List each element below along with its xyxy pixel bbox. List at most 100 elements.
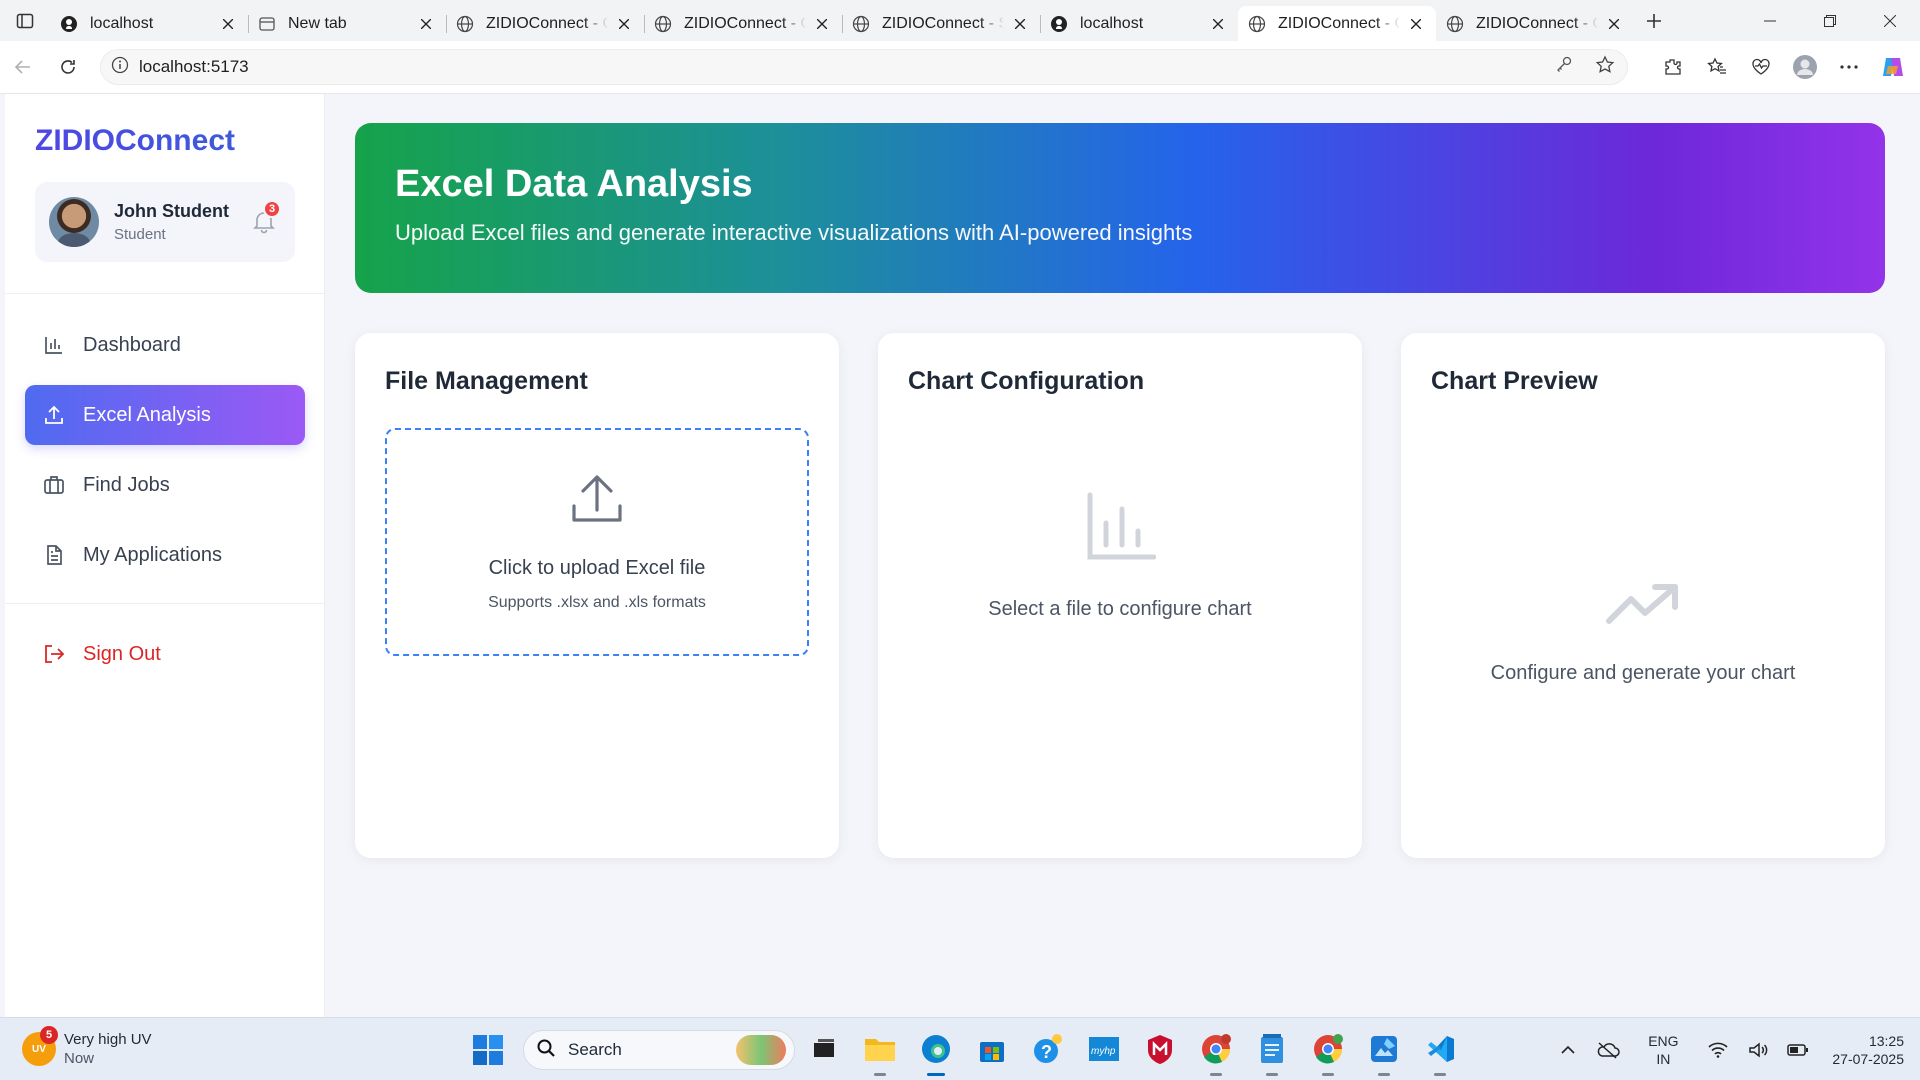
close-tab-icon[interactable] xyxy=(1010,14,1030,34)
browser-tab[interactable]: ZIDIOConnect - Co xyxy=(1238,6,1436,41)
more-menu-icon[interactable] xyxy=(1832,50,1866,84)
favorite-star-icon[interactable] xyxy=(1595,54,1615,80)
notification-bell-icon[interactable]: 3 xyxy=(251,200,281,234)
edge-browser-icon[interactable] xyxy=(917,1030,955,1076)
close-tab-icon[interactable] xyxy=(1406,14,1426,34)
chrome-icon[interactable] xyxy=(1197,1030,1235,1076)
sidebar-item-label: Excel Analysis xyxy=(83,403,211,426)
volume-icon[interactable] xyxy=(1738,1041,1778,1058)
trending-up-icon xyxy=(1605,581,1681,632)
close-tab-icon[interactable] xyxy=(416,14,436,34)
refresh-button[interactable] xyxy=(45,41,90,94)
taskbar-search[interactable]: Search xyxy=(523,1030,795,1070)
minimize-button[interactable] xyxy=(1740,0,1800,41)
search-label: Search xyxy=(568,1040,622,1059)
sidebar-item-dashboard[interactable]: Dashboard xyxy=(25,315,305,375)
chart-preview-card: Chart Preview Configure and generate you… xyxy=(1401,333,1885,858)
sidebar-item-excel-analysis[interactable]: Excel Analysis xyxy=(25,385,305,445)
clock-time: 13:25 xyxy=(1868,1032,1904,1049)
page-title: Excel Data Analysis xyxy=(395,163,753,205)
weather-widget[interactable]: UV 5 Very high UV Now xyxy=(22,1026,152,1068)
file-explorer-icon[interactable] xyxy=(861,1030,899,1076)
user-card: John Student Student 3 xyxy=(35,182,295,262)
tab-title: ZIDIOConnect - Co xyxy=(486,14,608,32)
sidebar-item-label: Find Jobs xyxy=(83,473,170,496)
copilot-icon[interactable] xyxy=(1876,50,1910,84)
close-tab-icon[interactable] xyxy=(218,14,238,34)
close-tab-icon[interactable] xyxy=(1604,14,1624,34)
favorites-icon[interactable] xyxy=(1700,50,1734,84)
get-help-icon[interactable]: ? xyxy=(1029,1030,1067,1068)
notepad-icon[interactable] xyxy=(1253,1030,1291,1076)
region-code: IN xyxy=(1656,1050,1671,1067)
extensions-icon[interactable] xyxy=(1656,50,1690,84)
close-tab-icon[interactable] xyxy=(1208,14,1228,34)
search-highlight-image xyxy=(736,1035,786,1065)
back-button[interactable] xyxy=(0,41,45,94)
tab-title: localhost xyxy=(1080,14,1144,32)
battery-icon[interactable] xyxy=(1778,1043,1818,1057)
browser-tab[interactable]: New tab xyxy=(248,6,446,41)
language-indicator[interactable]: ENG IN xyxy=(1638,1032,1688,1068)
weather-badge: 5 xyxy=(40,1026,58,1044)
config-placeholder: Select a file to configure chart xyxy=(878,491,1362,621)
chrome-profile-icon[interactable] xyxy=(1309,1030,1347,1076)
health-icon[interactable] xyxy=(1744,50,1778,84)
card-title: Chart Configuration xyxy=(908,367,1145,395)
mcafee-icon[interactable] xyxy=(1141,1030,1179,1068)
svg-text:myhp: myhp xyxy=(1091,1046,1116,1057)
sidebar-item-label: My Applications xyxy=(83,543,222,566)
browser-tab[interactable]: localhost xyxy=(50,6,248,41)
url-field[interactable]: localhost:5173 xyxy=(100,49,1628,85)
globe-icon xyxy=(1446,15,1464,33)
microsoft-store-icon[interactable] xyxy=(973,1030,1011,1068)
browser-tab[interactable]: ZIDIOConnect - Co xyxy=(446,6,644,41)
paint-icon[interactable] xyxy=(1365,1030,1403,1076)
onedrive-offline-icon[interactable] xyxy=(1588,1041,1628,1059)
vscode-icon[interactable] xyxy=(1421,1030,1459,1076)
sign-out-button[interactable]: Sign Out xyxy=(25,624,305,684)
bar-chart-icon xyxy=(1084,491,1157,568)
tab-actions-icon[interactable] xyxy=(0,0,50,41)
wifi-icon[interactable] xyxy=(1698,1042,1738,1058)
close-window-button[interactable] xyxy=(1860,0,1920,41)
sign-out-label: Sign Out xyxy=(83,642,161,665)
browser-tab[interactable]: ZIDIOConnect - Co xyxy=(1436,6,1634,41)
chevron-up-icon[interactable] xyxy=(1548,1045,1588,1055)
restore-button[interactable] xyxy=(1800,0,1860,41)
github-icon xyxy=(1050,15,1068,33)
user-avatar xyxy=(49,197,99,247)
sidebar-item-find-jobs[interactable]: Find Jobs xyxy=(25,455,305,515)
system-tray: ENG IN 13:25 27-07-2025 xyxy=(1548,1018,1920,1080)
excel-upload-dropzone[interactable]: Click to upload Excel file Supports .xls… xyxy=(385,428,809,656)
page-header-banner: Excel Data Analysis Upload Excel files a… xyxy=(355,123,1885,293)
tab-title: localhost xyxy=(90,14,154,32)
globe-icon xyxy=(456,15,474,33)
browser-tab[interactable]: ZIDIOConnect - Co xyxy=(644,6,842,41)
site-info-icon[interactable] xyxy=(111,56,129,79)
key-icon[interactable] xyxy=(1555,55,1573,80)
profile-avatar-icon[interactable] xyxy=(1788,50,1822,84)
new-tab-button[interactable] xyxy=(1634,0,1674,41)
taskbar: UV 5 Very high UV Now Search ? myhp ENG xyxy=(0,1017,1920,1080)
task-view-icon[interactable] xyxy=(805,1030,843,1068)
close-tab-icon[interactable] xyxy=(614,14,634,34)
tab-title: New tab xyxy=(288,14,347,32)
browser-tab-bar: localhost New tab ZIDIOConnect - Co ZIDIOCo… xyxy=(0,0,1920,41)
sidebar-item-my-applications[interactable]: My Applications xyxy=(25,525,305,585)
tab-title: ZIDIOConnect - St xyxy=(882,14,1004,32)
config-placeholder-text: Select a file to configure chart xyxy=(988,598,1252,620)
svg-text:?: ? xyxy=(1041,1042,1052,1062)
briefcase-icon xyxy=(41,472,67,498)
myhp-icon[interactable]: myhp xyxy=(1085,1030,1123,1068)
taskbar-clock[interactable]: 13:25 27-07-2025 xyxy=(1832,1032,1904,1068)
browser-tab[interactable]: ZIDIOConnect - St xyxy=(842,6,1040,41)
brand-logo[interactable]: ZIDIOConnect xyxy=(35,124,235,158)
close-tab-icon[interactable] xyxy=(812,14,832,34)
browser-tab[interactable]: localhost xyxy=(1040,6,1238,41)
card-title: Chart Preview xyxy=(1431,367,1598,395)
sidebar-item-label: Dashboard xyxy=(83,333,181,356)
start-button[interactable] xyxy=(472,1034,504,1066)
globe-icon xyxy=(852,15,870,33)
weather-sub: Now xyxy=(64,1050,95,1067)
